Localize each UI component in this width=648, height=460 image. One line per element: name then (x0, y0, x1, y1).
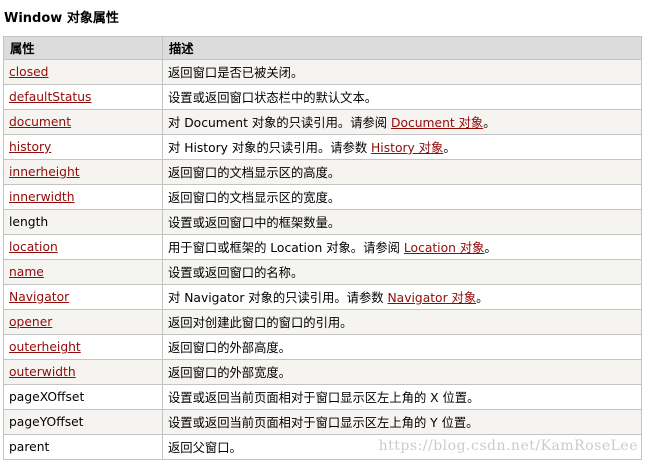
property-link-outerheight[interactable]: outerheight (9, 340, 81, 354)
reference-link[interactable]: History 对象 (371, 141, 443, 155)
description-tail: 。 (483, 116, 496, 130)
description-tail: 。 (484, 241, 497, 255)
property-cell: opener (3, 309, 163, 335)
property-name-pageyoffset: pageYOffset (9, 415, 84, 429)
property-link-name[interactable]: name (9, 265, 44, 279)
property-cell: length (3, 209, 163, 235)
property-cell: document (3, 109, 163, 135)
table-row: outerwidth 返回窗口的外部宽度。 (3, 359, 642, 385)
description-cell: 设置或返回窗口状态栏中的默认文本。 (162, 84, 642, 110)
property-link-outerwidth[interactable]: outerwidth (9, 365, 76, 379)
property-link-location[interactable]: location (9, 240, 58, 254)
property-cell: innerwidth (3, 184, 163, 210)
table-row: outerheight 返回窗口的外部高度。 (3, 334, 642, 360)
property-link-navigator[interactable]: Navigator (9, 290, 69, 304)
description-cell: 返回父窗口。 (162, 434, 642, 460)
description-text: 对 Document 对象的只读引用。请参阅 (168, 116, 391, 130)
table-row: defaultStatus 设置或返回窗口状态栏中的默认文本。 (3, 84, 642, 110)
property-cell: name (3, 259, 163, 285)
table-row: history 对 History 对象的只读引用。请参数 History 对象。 (3, 134, 642, 160)
description-cell: 返回窗口的外部宽度。 (162, 359, 642, 385)
table-row: Navigator 对 Navigator 对象的只读引用。请参数 Navigat… (3, 284, 642, 310)
reference-link[interactable]: Location 对象 (404, 241, 485, 255)
table-row: pageXOffset 设置或返回当前页面相对于窗口显示区左上角的 X 位置。 (3, 384, 642, 410)
description-text: 对 History 对象的只读引用。请参数 (168, 141, 372, 155)
table-row: name 设置或返回窗口的名称。 (3, 259, 642, 285)
property-cell: pageXOffset (3, 384, 163, 410)
description-cell: 返回窗口的文档显示区的宽度。 (162, 184, 642, 210)
description-text: 返回对创建此窗口的窗口的引用。 (168, 316, 353, 330)
description-tail: 。 (443, 141, 456, 155)
property-cell: closed (3, 59, 163, 85)
description-cell: 对 Navigator 对象的只读引用。请参数 Navigator 对象。 (162, 284, 642, 310)
page-title: Window 对象属性 (4, 11, 119, 26)
description-cell: 返回对创建此窗口的窗口的引用。 (162, 309, 642, 335)
property-cell: Navigator (3, 284, 163, 310)
property-link-opener[interactable]: opener (9, 315, 52, 329)
property-cell: outerheight (3, 334, 163, 360)
description-cell: 返回窗口的文档显示区的高度。 (162, 159, 642, 185)
description-text: 返回父窗口。 (168, 441, 242, 455)
property-name-length: length (9, 215, 49, 229)
description-text: 返回窗口的外部高度。 (168, 341, 291, 355)
description-cell: 设置或返回窗口中的框架数量。 (162, 209, 642, 235)
property-cell: pageYOffset (3, 409, 163, 435)
table-body: closed 返回窗口是否已被关闭。 defaultStatus 设置或返回窗口状态栏… (3, 59, 642, 460)
description-tail: 。 (476, 291, 489, 305)
description-text: 返回窗口是否已被关闭。 (168, 66, 304, 80)
description-text: 设置或返回当前页面相对于窗口显示区左上角的 X 位置。 (168, 391, 480, 405)
table-row: innerwidth 返回窗口的文档显示区的宽度。 (3, 184, 642, 210)
description-cell: 对 History 对象的只读引用。请参数 History 对象。 (162, 134, 642, 160)
property-link-closed[interactable]: closed (9, 65, 48, 79)
reference-link[interactable]: Document 对象 (391, 116, 483, 130)
description-text: 对 Navigator 对象的只读引用。请参数 (168, 291, 388, 305)
description-text: 设置或返回窗口中的框架数量。 (168, 216, 341, 230)
property-cell: parent (3, 434, 163, 460)
property-name-pagexoffset: pageXOffset (9, 390, 85, 404)
property-cell: outerwidth (3, 359, 163, 385)
column-header-property: 属性 (3, 36, 163, 60)
description-text: 返回窗口的文档显示区的高度。 (168, 166, 341, 180)
table-row: document 对 Document 对象的只读引用。请参阅 Document … (3, 109, 642, 135)
description-text: 设置或返回窗口状态栏中的默认文本。 (168, 91, 378, 105)
description-cell: 用于窗口或框架的 Location 对象。请参阅 Location 对象。 (162, 234, 642, 260)
description-cell: 设置或返回当前页面相对于窗口显示区左上角的 X 位置。 (162, 384, 642, 410)
property-name-parent: parent (9, 440, 50, 454)
property-cell: location (3, 234, 163, 260)
table-row: closed 返回窗口是否已被关闭。 (3, 59, 642, 85)
reference-link[interactable]: Navigator 对象 (387, 291, 476, 305)
property-link-defaultstatus[interactable]: defaultStatus (9, 90, 91, 104)
table-row: location 用于窗口或框架的 Location 对象。请参阅 Locatio… (3, 234, 642, 260)
property-link-innerwidth[interactable]: innerwidth (9, 190, 75, 204)
properties-table: 属性 描述 closed 返回窗口是否已被关闭。 defaultStatus 设置或返… (3, 36, 642, 460)
table-row: length 设置或返回窗口中的框架数量。 (3, 209, 642, 235)
property-link-history[interactable]: history (9, 140, 51, 154)
description-text: 设置或返回窗口的名称。 (168, 266, 304, 280)
table-header-row: 属性 描述 (3, 36, 642, 60)
description-cell: 设置或返回当前页面相对于窗口显示区左上角的 Y 位置。 (162, 409, 642, 435)
property-cell: history (3, 134, 163, 160)
table-row: pageYOffset 设置或返回当前页面相对于窗口显示区左上角的 Y 位置。 (3, 409, 642, 435)
table-row: innerheight 返回窗口的文档显示区的高度。 (3, 159, 642, 185)
description-cell: 对 Document 对象的只读引用。请参阅 Document 对象。 (162, 109, 642, 135)
property-cell: innerheight (3, 159, 163, 185)
property-link-document[interactable]: document (9, 115, 71, 129)
description-cell: 返回窗口的外部高度。 (162, 334, 642, 360)
description-text: 返回窗口的文档显示区的宽度。 (168, 191, 341, 205)
table-row: parent 返回父窗口。 (3, 434, 642, 460)
description-cell: 设置或返回窗口的名称。 (162, 259, 642, 285)
description-text: 设置或返回当前页面相对于窗口显示区左上角的 Y 位置。 (168, 416, 479, 430)
description-cell: 返回窗口是否已被关闭。 (162, 59, 642, 85)
column-header-description: 描述 (162, 36, 642, 60)
description-text: 用于窗口或框架的 Location 对象。请参阅 (168, 241, 404, 255)
property-link-innerheight[interactable]: innerheight (9, 165, 80, 179)
description-text: 返回窗口的外部宽度。 (168, 366, 291, 380)
table-row: opener 返回对创建此窗口的窗口的引用。 (3, 309, 642, 335)
property-cell: defaultStatus (3, 84, 163, 110)
